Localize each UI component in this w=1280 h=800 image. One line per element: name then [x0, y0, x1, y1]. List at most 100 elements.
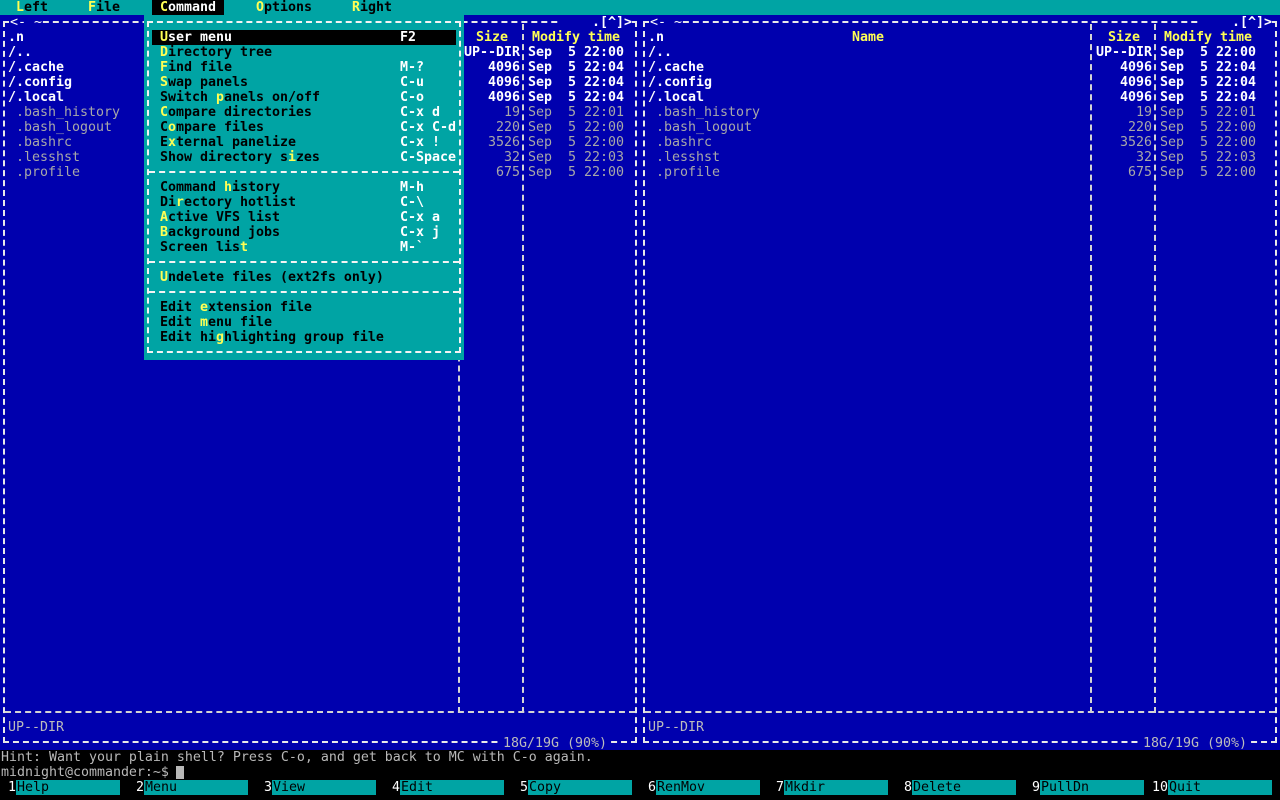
menu-item-directory-tree[interactable]: Directory tree — [152, 45, 456, 60]
file-size[interactable]: 4096 — [1096, 90, 1152, 105]
menu-item-directory-hotlist[interactable]: Directory hotlist C-\ — [152, 195, 456, 210]
file-mtime[interactable]: Sep 5 22:04 — [1160, 75, 1256, 90]
file-size[interactable]: 3526 — [1096, 135, 1152, 150]
menu-item-active-vfs-list[interactable]: Active VFS list C-x a — [152, 210, 456, 225]
menu-item-external-panelize[interactable]: External panelize C-x ! — [152, 135, 456, 150]
file-mtime[interactable]: Sep 5 22:04 — [528, 75, 624, 90]
fkey-number[interactable]: 5 — [512, 780, 528, 795]
fkey-number[interactable]: 2 — [128, 780, 144, 795]
shell-prompt-text[interactable]: midnight@commander:~$ — [1, 765, 169, 780]
menu-item-edit-extension-file[interactable]: Edit extension file — [152, 300, 456, 315]
file-size[interactable]: 4096 — [464, 75, 520, 90]
file-name[interactable]: .bashrc — [648, 135, 712, 150]
menubar-item-right[interactable]: Right — [352, 0, 392, 15]
file-name[interactable]: .profile — [648, 165, 720, 180]
file-mtime[interactable]: Sep 5 22:00 — [528, 165, 624, 180]
file-mtime[interactable]: Sep 5 22:00 — [528, 120, 624, 135]
file-mtime[interactable]: Sep 5 22:00 — [528, 135, 624, 150]
file-name[interactable]: /.local — [8, 90, 64, 105]
file-name[interactable]: .bash_history — [648, 105, 760, 120]
file-size[interactable]: 32 — [464, 150, 520, 165]
file-name[interactable]: /.cache — [648, 60, 704, 75]
menu-item-edit-highlighting-group-file[interactable]: Edit highlighting group file — [152, 330, 456, 345]
file-name[interactable]: /.cache — [8, 60, 64, 75]
file-size[interactable]: 4096 — [1096, 75, 1152, 90]
menu-item-user-menu[interactable]: User menu F2 — [152, 30, 456, 45]
column-header-name[interactable]: Name — [648, 30, 1088, 45]
file-size[interactable]: UP--DIR — [464, 45, 520, 60]
file-size[interactable]: 4096 — [464, 90, 520, 105]
file-name[interactable]: /.. — [648, 45, 672, 60]
history-forward-icon[interactable]: > — [624, 15, 632, 30]
fkey-number[interactable]: 1 — [0, 780, 16, 795]
fkey-renmov-button[interactable]: RenMov — [656, 780, 760, 795]
fkey-number[interactable]: 7 — [768, 780, 784, 795]
history-back-icon[interactable]: <- — [650, 15, 666, 30]
file-size[interactable]: 3526 — [464, 135, 520, 150]
history-forward-icon[interactable]: > — [1264, 15, 1272, 30]
menubar-item-file[interactable]: File — [88, 0, 120, 15]
file-size[interactable]: UP--DIR — [1096, 45, 1152, 60]
fkey-number[interactable]: 6 — [640, 780, 656, 795]
menu-item-find-file[interactable]: Find file M-? — [152, 60, 456, 75]
menu-item-compare-directories[interactable]: Compare directories C-x d — [152, 105, 456, 120]
left-panel-path-bar[interactable]: <- ~ — [10, 15, 42, 30]
menu-item-switch-panels-on-off[interactable]: Switch panels on/off C-o — [152, 90, 456, 105]
file-mtime[interactable]: Sep 5 22:04 — [528, 60, 624, 75]
menu-item-edit-menu-file[interactable]: Edit menu file — [152, 315, 456, 330]
column-header-size[interactable]: Size — [464, 30, 520, 45]
file-mtime[interactable]: Sep 5 22:01 — [1160, 105, 1256, 120]
fkey-number[interactable]: 3 — [256, 780, 272, 795]
column-header-mtime[interactable]: Modify time — [1160, 30, 1256, 45]
updir-icon[interactable]: [^] — [600, 15, 624, 30]
file-mtime[interactable]: Sep 5 22:00 — [1160, 135, 1256, 150]
fkey-pulldn-button[interactable]: PullDn — [1040, 780, 1144, 795]
file-size[interactable]: 4096 — [464, 60, 520, 75]
file-mtime[interactable]: Sep 5 22:03 — [1160, 150, 1256, 165]
updir-icon[interactable]: [^] — [1240, 15, 1264, 30]
file-mtime[interactable]: Sep 5 22:00 — [1160, 45, 1256, 60]
file-mtime[interactable]: Sep 5 22:00 — [528, 45, 624, 60]
history-back-icon[interactable]: <- — [10, 15, 26, 30]
column-header-size[interactable]: Size — [1096, 30, 1152, 45]
column-header-mtime[interactable]: Modify time — [528, 30, 624, 45]
file-name[interactable]: .profile — [8, 165, 80, 180]
show-hidden-toggle-icon[interactable]: . — [1232, 15, 1240, 30]
fkey-edit-button[interactable]: Edit — [400, 780, 504, 795]
file-name[interactable]: .lesshst — [8, 150, 80, 165]
file-name[interactable]: /.config — [648, 75, 712, 90]
file-name[interactable]: /.local — [648, 90, 704, 105]
fkey-menu-button[interactable]: Menu — [144, 780, 248, 795]
fkey-number[interactable]: 9 — [1024, 780, 1040, 795]
file-mtime[interactable]: Sep 5 22:04 — [1160, 90, 1256, 105]
file-size[interactable]: 32 — [1096, 150, 1152, 165]
file-name[interactable]: .bashrc — [8, 135, 72, 150]
file-size[interactable]: 19 — [464, 105, 520, 120]
fkey-help-button[interactable]: Help — [16, 780, 120, 795]
file-mtime[interactable]: Sep 5 22:04 — [528, 90, 624, 105]
menu-item-command-history[interactable]: Command history M-h — [152, 180, 456, 195]
file-size[interactable]: 19 — [1096, 105, 1152, 120]
menu-item-undelete-files[interactable]: Undelete files (ext2fs only) — [152, 270, 456, 285]
fkey-number[interactable]: 4 — [384, 780, 400, 795]
shell-prompt[interactable]: midnight@commander:~$ — [0, 765, 1280, 780]
menu-item-swap-panels[interactable]: Swap panels C-u — [152, 75, 456, 90]
show-hidden-toggle-icon[interactable]: . — [592, 15, 600, 30]
menu-item-compare-files[interactable]: Compare files C-x C-d — [152, 120, 456, 135]
file-size[interactable]: 675 — [464, 165, 520, 180]
file-size[interactable]: 220 — [464, 120, 520, 135]
fkey-quit-button[interactable]: Quit — [1168, 780, 1272, 795]
file-mtime[interactable]: Sep 5 22:04 — [1160, 60, 1256, 75]
menubar-item-left[interactable]: Left — [16, 0, 48, 15]
menu-item-show-directory-sizes[interactable]: Show directory sizes C-Space — [152, 150, 456, 165]
fkey-number[interactable]: 8 — [896, 780, 912, 795]
file-size[interactable]: 4096 — [1096, 60, 1152, 75]
fkey-number[interactable]: 10 — [1152, 780, 1168, 795]
fkey-view-button[interactable]: View — [272, 780, 376, 795]
fkey-copy-button[interactable]: Copy — [528, 780, 632, 795]
file-mtime[interactable]: Sep 5 22:03 — [528, 150, 624, 165]
fkey-mkdir-button[interactable]: Mkdir — [784, 780, 888, 795]
right-panel-path-bar[interactable]: <- ~ — [650, 15, 682, 30]
file-mtime[interactable]: Sep 5 22:00 — [1160, 120, 1256, 135]
menubar-item-options[interactable]: Options — [256, 0, 312, 15]
